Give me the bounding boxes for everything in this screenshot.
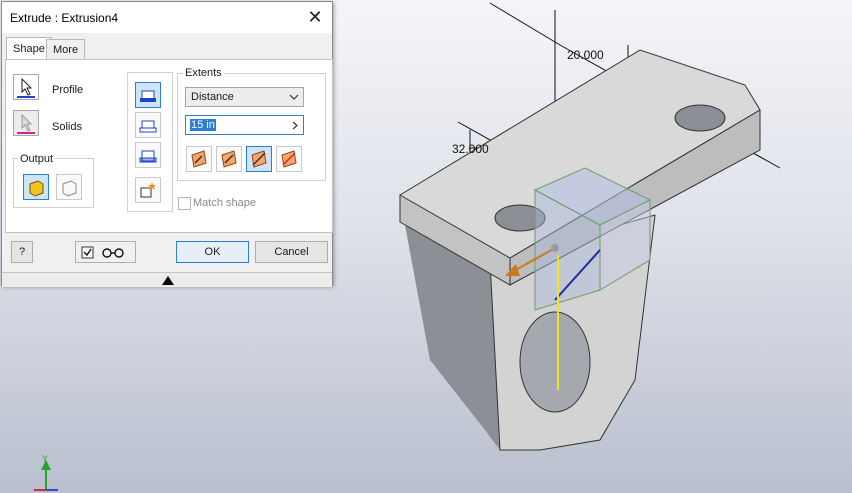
tab-shape[interactable]: Shape bbox=[6, 37, 52, 61]
distance-value: 15 in bbox=[190, 119, 216, 131]
solid-cube-icon bbox=[29, 180, 44, 197]
extents-dropdown-value: Distance bbox=[191, 91, 234, 103]
new-solid-icon bbox=[140, 182, 156, 198]
profile-label: Profile bbox=[52, 84, 84, 96]
solids-select-button[interactable] bbox=[13, 110, 39, 136]
triangle-up-icon[interactable] bbox=[161, 275, 175, 286]
intersect-button[interactable] bbox=[135, 142, 161, 168]
tab-more[interactable]: More bbox=[46, 39, 86, 60]
cancel-button[interactable]: Cancel bbox=[255, 241, 328, 263]
output-solid-button[interactable] bbox=[23, 174, 49, 200]
bracket-hole bbox=[519, 311, 591, 413]
plate-hole-right bbox=[674, 104, 726, 132]
help-button[interactable]: ? bbox=[11, 241, 33, 263]
shape-panel: Profile Solids Output Extents Distance 1… bbox=[5, 59, 333, 233]
dialog-button-row: ? OK Cancel bbox=[2, 238, 332, 272]
surface-cube-icon bbox=[62, 180, 77, 197]
arrow-handle[interactable] bbox=[551, 244, 559, 252]
distance-input[interactable]: 15 in bbox=[185, 115, 304, 135]
dimension-32[interactable]: 32.000 bbox=[452, 142, 489, 156]
direction-flip-icon bbox=[221, 150, 237, 168]
axis-y-label: Y bbox=[42, 454, 49, 464]
join-button[interactable] bbox=[135, 82, 161, 108]
direction-default-button[interactable] bbox=[186, 146, 212, 172]
direction-default-icon bbox=[191, 150, 207, 168]
cut-button[interactable] bbox=[135, 112, 161, 138]
cursor-arrow-icon bbox=[17, 77, 35, 98]
cursor-arrow-icon bbox=[17, 113, 35, 134]
dialog-title: Extrude : Extrusion4 bbox=[10, 11, 119, 25]
cut-icon bbox=[139, 120, 157, 133]
direction-flip-button[interactable] bbox=[216, 146, 242, 172]
intersect-icon bbox=[139, 150, 157, 163]
extents-label: Extents bbox=[183, 67, 224, 79]
extrude-dialog: Extrude : Extrusion4 ✕ Shape More Profil… bbox=[1, 1, 333, 287]
profile-select-button[interactable] bbox=[13, 74, 39, 100]
collapse-bar[interactable] bbox=[2, 272, 332, 287]
match-shape-checkbox[interactable] bbox=[178, 197, 191, 210]
match-shape-label: Match shape bbox=[193, 197, 256, 209]
new-solid-button[interactable] bbox=[135, 177, 161, 203]
close-icon[interactable]: ✕ bbox=[304, 6, 326, 28]
direction-symmetric-button[interactable] bbox=[246, 146, 272, 172]
preview-icons bbox=[81, 246, 124, 259]
output-surface-button[interactable] bbox=[56, 174, 82, 200]
direction-asymmetric-button[interactable] bbox=[276, 146, 302, 172]
preview-toggle[interactable] bbox=[75, 241, 136, 263]
dialog-titlebar[interactable]: Extrude : Extrusion4 ✕ bbox=[2, 2, 332, 33]
dimension-20[interactable]: 20.000 bbox=[567, 48, 604, 62]
join-icon bbox=[140, 90, 156, 102]
output-label: Output bbox=[18, 153, 56, 165]
axis-triad-icon bbox=[34, 460, 58, 491]
chevron-right-icon[interactable] bbox=[291, 121, 299, 130]
ok-button[interactable]: OK bbox=[176, 241, 249, 263]
solids-label: Solids bbox=[52, 121, 82, 133]
help-icon: ? bbox=[18, 246, 26, 258]
extents-dropdown[interactable]: Distance bbox=[185, 87, 304, 107]
direction-symmetric-icon bbox=[251, 150, 267, 168]
chevron-down-icon bbox=[289, 94, 299, 100]
direction-asymmetric-icon bbox=[281, 150, 297, 168]
